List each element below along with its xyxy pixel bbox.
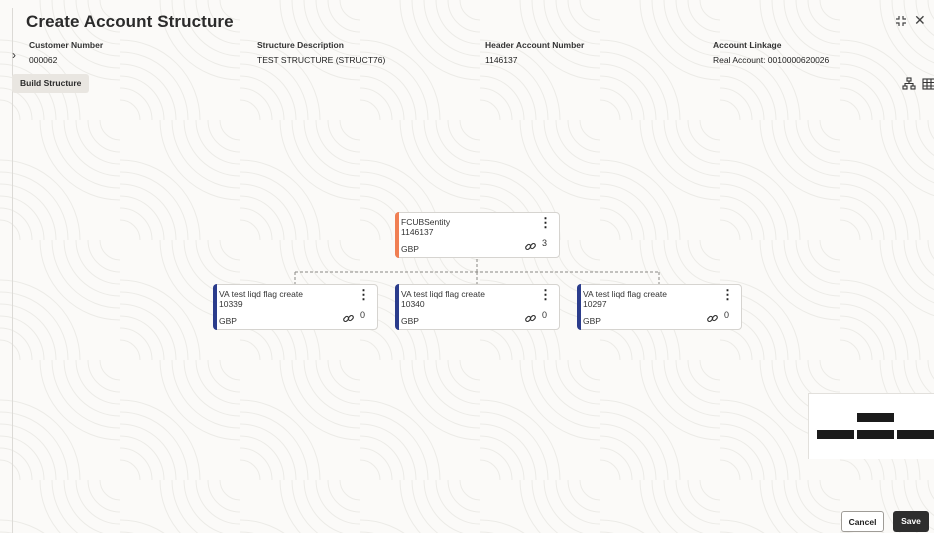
minimap-root-node [857,413,894,422]
link-count: 0 [541,310,547,320]
node-name: VA test liqd flag create [219,289,303,299]
node-menu-icon[interactable]: ⋮ [357,288,370,301]
node-accent-bar [395,212,399,258]
link-count: 0 [723,310,729,320]
node-number: 10297 [583,299,607,309]
background-pattern [0,0,934,533]
node-currency: GBP [401,316,419,326]
account-linkage-value: Real Account: 0010000620026 [713,55,830,65]
header-account-number-label: Header Account Number [485,40,585,50]
table-view-icon-graphic [922,78,934,90]
table-view-icon[interactable] [922,77,934,91]
close-icon[interactable]: ✕ [914,12,926,29]
node-number: 1146137 [401,227,434,237]
hierarchy-view-icon-graphic [902,77,916,90]
tree-node-root[interactable]: FCUBSentity 1146137 GBP ⋮ 3 [395,212,560,258]
structure-description-label: Structure Description [257,40,344,50]
node-number: 10339 [219,299,243,309]
node-menu-icon[interactable]: ⋮ [721,288,734,301]
hierarchy-view-icon[interactable] [902,77,916,91]
account-linkage-label: Account Linkage [713,40,782,50]
minimap-child-node [857,430,894,439]
link-icon[interactable] [524,240,537,253]
page-title: Create Account Structure [26,12,234,31]
node-menu-icon[interactable]: ⋮ [539,216,552,229]
node-currency: GBP [583,316,601,326]
minimap-child-node [817,430,854,439]
save-button[interactable]: Save [893,511,929,532]
link-icon[interactable] [524,312,537,325]
maximize-icon-graphic [896,16,906,26]
node-accent-bar [577,284,581,330]
link-count: 3 [541,238,547,248]
link-count: 0 [359,310,365,320]
node-name: VA test liqd flag create [583,289,667,299]
create-account-structure-window: Create Account Structure ✕ › Customer Nu… [0,0,934,533]
customer-number-label: Customer Number [29,40,104,50]
minimap-child-node [897,430,934,439]
node-name: FCUBSentity [401,217,451,227]
node-currency: GBP [401,244,419,254]
link-icon[interactable] [342,312,355,325]
maximize-icon[interactable] [895,14,907,30]
expand-chevron-icon[interactable]: › [12,48,16,62]
node-accent-bar [213,284,217,330]
tree-node-child[interactable]: VA test liqd flag create 10339 GBP ⋮ 0 [213,284,378,330]
node-accent-bar [395,284,399,330]
link-icon[interactable] [706,312,719,325]
tree-node-child[interactable]: VA test liqd flag create 10340 GBP ⋮ 0 [395,284,560,330]
header-account-number-value: 1146137 [485,55,518,65]
customer-number-value: 000062 [29,55,58,65]
cancel-button[interactable]: Cancel [841,511,884,532]
structure-description-value: TEST STRUCTURE (STRUCT76) [257,55,386,65]
node-currency: GBP [219,316,237,326]
node-name: VA test liqd flag create [401,289,485,299]
tree-node-child[interactable]: VA test liqd flag create 10297 GBP ⋮ 0 [577,284,742,330]
build-structure-button[interactable]: Build Structure [12,74,90,93]
node-menu-icon[interactable]: ⋮ [539,288,552,301]
node-number: 10340 [401,299,425,309]
tree-minimap[interactable] [808,393,934,459]
